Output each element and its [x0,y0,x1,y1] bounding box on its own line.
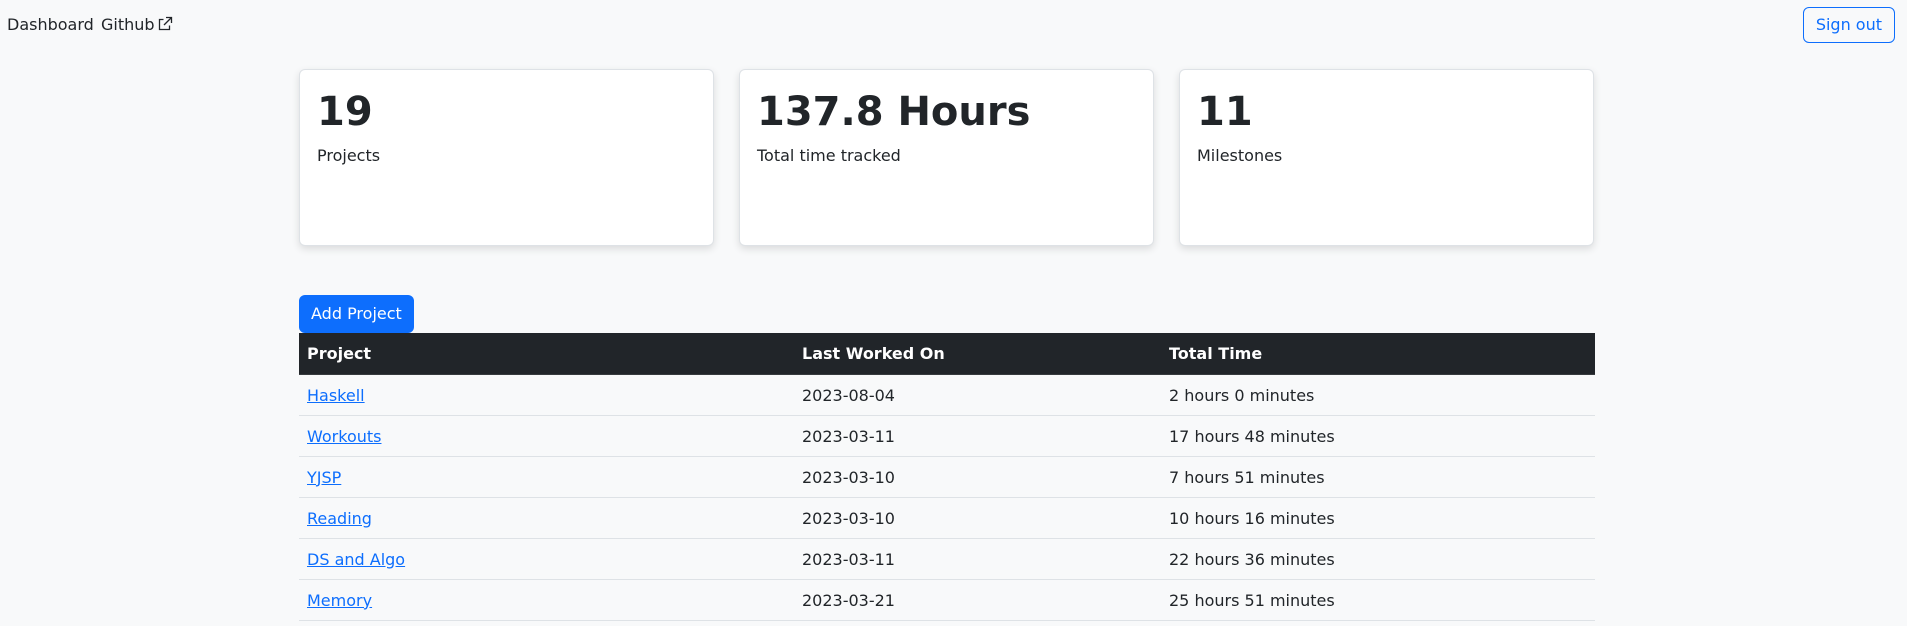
project-cell: Memory [299,579,794,621]
project-cell: Reading [299,497,794,539]
project-link[interactable]: Reading [307,509,372,528]
table-row: YJSP 2023-03-10 7 hours 51 minutes [299,456,1595,498]
table-row: Workouts 2023-03-11 17 hours 48 minutes [299,415,1595,457]
total-time-cell: 25 hours 51 minutes [1161,579,1595,621]
project-link[interactable]: DS and Algo [307,550,405,569]
nav-github-label: Github [101,15,155,34]
nav-github-link[interactable]: Github [101,14,173,38]
table-row: Memory 2023-03-21 25 hours 51 minutes [299,579,1595,621]
table-header-row: Project Last Worked On Total Time [299,333,1595,375]
column-header-last-worked[interactable]: Last Worked On [794,333,1161,375]
total-time-cell: 2 hours 0 minutes [1161,374,1595,416]
total-time-cell: 7 hours 51 minutes [1161,456,1595,498]
sign-out-button[interactable]: Sign out [1802,7,1895,43]
stat-card-time-tracked: 137.8 Hours Total time tracked [739,69,1154,246]
stat-value: 137.8 Hours [757,89,1031,135]
project-cell: Haskell [299,374,794,416]
table-header: Project Last Worked On Total Time [299,333,1595,375]
stat-label: Milestones [1197,146,1283,165]
table-body: Haskell 2023-08-04 2 hours 0 minutes Wor… [299,374,1595,621]
last-worked-cell: 2023-08-04 [794,374,1161,416]
total-time-cell: 22 hours 36 minutes [1161,538,1595,580]
last-worked-cell: 2023-03-10 [794,497,1161,539]
total-time-cell: 10 hours 16 minutes [1161,497,1595,539]
last-worked-cell: 2023-03-10 [794,456,1161,498]
stat-card-projects: 19 Projects [299,69,714,246]
project-link[interactable]: Memory [307,591,372,610]
project-link[interactable]: YJSP [307,468,341,487]
stat-value: 11 [1197,89,1253,135]
last-worked-cell: 2023-03-11 [794,538,1161,580]
table-row: DS and Algo 2023-03-11 22 hours 36 minut… [299,538,1595,580]
top-navbar: Dashboard Github Sign out [0,0,1907,50]
column-header-project[interactable]: Project [299,333,794,375]
project-link[interactable]: Haskell [307,386,365,405]
projects-table: Project Last Worked On Total Time Haskel… [299,333,1595,621]
add-project-button[interactable]: Add Project [299,295,414,333]
nav-dashboard-link[interactable]: Dashboard [7,14,94,36]
table-row: Reading 2023-03-10 10 hours 16 minutes [299,497,1595,539]
column-header-total-time[interactable]: Total Time [1161,333,1595,375]
table-row: Haskell 2023-08-04 2 hours 0 minutes [299,374,1595,416]
total-time-cell: 17 hours 48 minutes [1161,415,1595,457]
project-cell: YJSP [299,456,794,498]
stat-label: Total time tracked [757,146,901,165]
stat-label: Projects [317,146,381,165]
project-cell: Workouts [299,415,794,457]
stat-value: 19 [317,89,373,135]
external-link-icon [157,16,173,38]
stat-card-milestones: 11 Milestones [1179,69,1594,246]
last-worked-cell: 2023-03-21 [794,579,1161,621]
last-worked-cell: 2023-03-11 [794,415,1161,457]
project-cell: DS and Algo [299,538,794,580]
project-link[interactable]: Workouts [307,427,381,446]
